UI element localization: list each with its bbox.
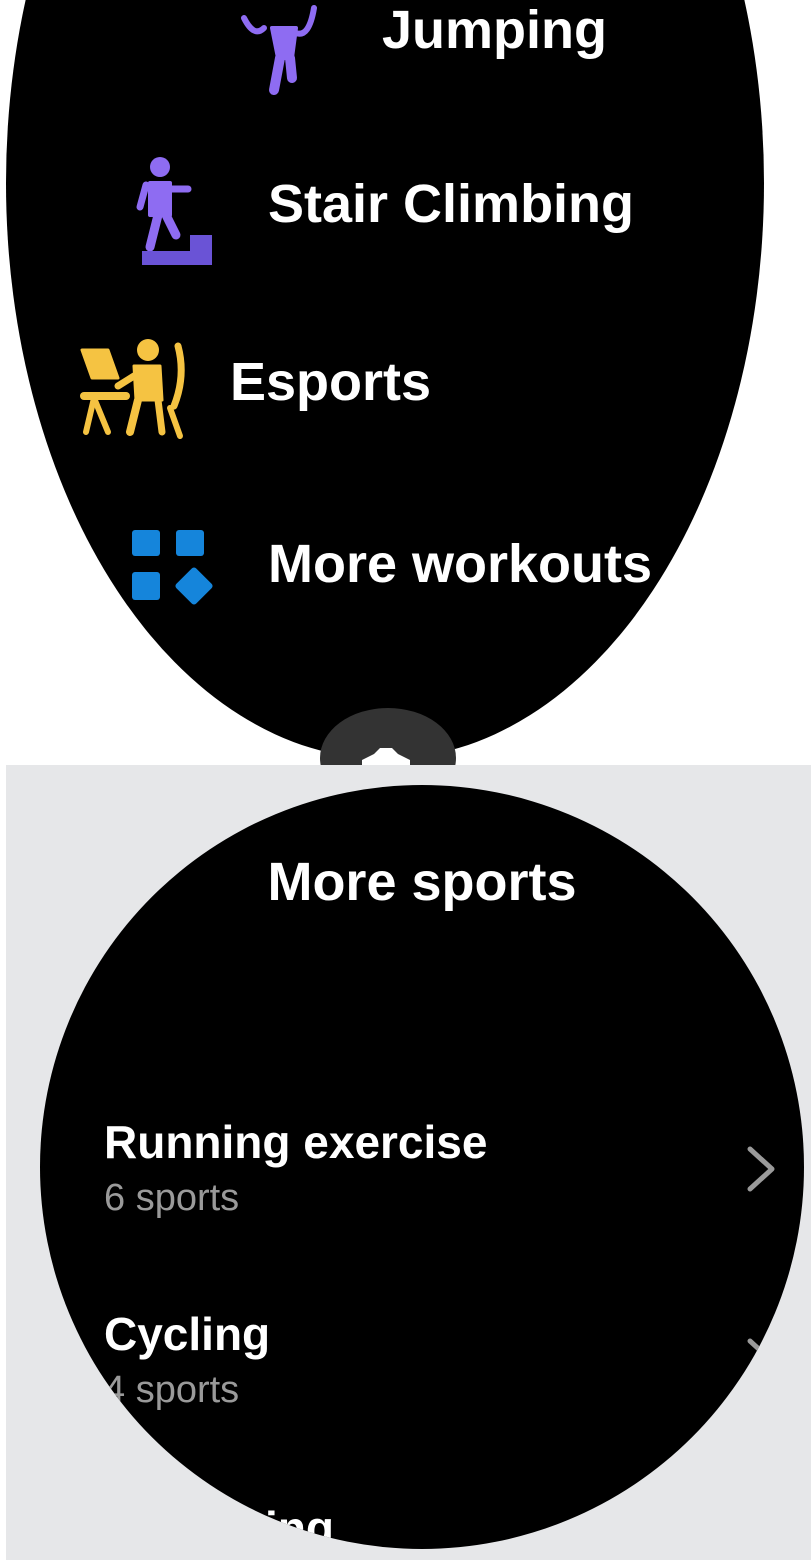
workout-item-stair-climbing[interactable]: Stair Climbing	[130, 155, 634, 270]
workout-item-esports[interactable]: Esports	[78, 336, 431, 441]
category-title: Swimming	[104, 1502, 335, 1549]
scroll-up-handle-icon	[360, 746, 412, 765]
category-subtitle: 4 sports	[104, 1369, 240, 1411]
workout-label-esports: Esports	[230, 351, 432, 412]
workout-label-jumping: Jumping	[382, 0, 607, 60]
category-item-cycling[interactable]: Cycling 4 sports	[104, 1307, 775, 1427]
workout-item-jumping[interactable]: Jumping	[234, 0, 607, 98]
category-subtitle: 6 sports	[104, 1177, 240, 1219]
category-item-running-exercise[interactable]: Running exercise 6 sports	[104, 1115, 775, 1235]
screenshot-stage: Jumping Stair Climbing Esports More work…	[0, 0, 811, 1560]
esports-icon	[78, 336, 188, 441]
chevron-right-icon	[746, 1145, 776, 1193]
category-item-swimming[interactable]: Swimming	[104, 1501, 744, 1549]
more-workouts-icon	[130, 528, 220, 610]
chevron-right-icon	[746, 1337, 776, 1385]
workout-label-more-workouts: More workouts	[268, 534, 653, 594]
jump-rope-icon	[234, 0, 324, 98]
bottom-watch-display: More sports Running exercise 6 sports Cy…	[40, 785, 804, 1549]
page-title: More sports	[267, 852, 577, 912]
category-title: Cycling	[104, 1308, 271, 1360]
workout-label-stair-climbing: Stair Climbing	[268, 173, 635, 234]
stair-climbing-icon	[130, 155, 220, 270]
workout-item-more-workouts[interactable]: More workouts	[130, 528, 652, 610]
bottom-watch-screen: More sports Running exercise 6 sports Cy…	[6, 765, 811, 1560]
category-title: Running exercise	[104, 1116, 488, 1168]
top-watch-screen: Jumping Stair Climbing Esports More work…	[4, 0, 811, 765]
